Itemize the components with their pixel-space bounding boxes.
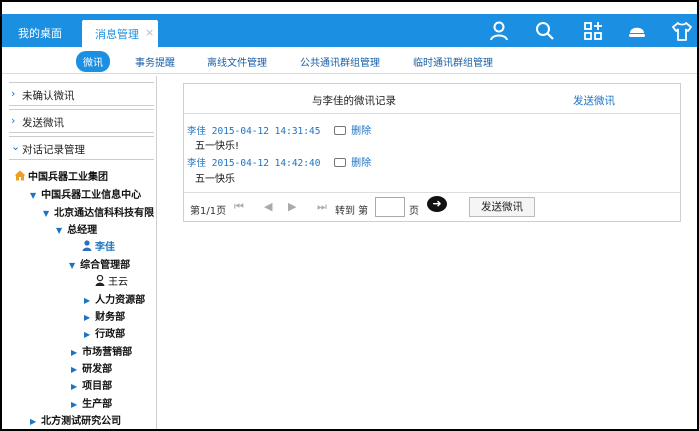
person-icon [95,275,105,286]
message-time: 2015-04-12 14:42:40 [211,158,321,169]
send-weixun-button[interactable]: 发送微讯 [469,197,535,217]
message-time: 2015-04-12 14:31:45 [211,126,321,137]
subnav-offline-files[interactable]: 离线文件管理 [207,54,267,69]
apps-grid-icon[interactable] [582,20,604,42]
subnav-temp-groups[interactable]: 临时通讯群组管理 [413,54,493,69]
chevron-right-icon: › [11,114,16,127]
tree-node[interactable]: ▼ 总经理 [56,221,97,236]
sidebar-item-send[interactable]: › 发送微讯 [9,109,154,133]
last-page-icon[interactable]: ⏭ [317,200,327,214]
top-bar: 我的桌面 消息管理 × [2,14,697,47]
mail-icon [334,126,347,135]
tree-node[interactable]: ▶ 研发部 [71,360,112,375]
message-meta: 李佳 2015-04-12 14:42:40 删除 [187,154,371,169]
panel-header: 与李佳的微讯记录 发送微讯 [184,84,680,114]
message-sender[interactable]: 李佳 [187,158,206,169]
prev-page-icon[interactable]: ◀ [264,200,272,213]
delete-link[interactable]: 删除 [351,126,371,137]
message-text: 五一快乐! [195,141,240,152]
page-number-input[interactable] [375,197,405,217]
tree-node[interactable]: ▶ 人力资源部 [84,291,145,306]
pager: 第1/1页 ⏮ ◀ ▶ ⏭ 转到 第 页 ➜ 发送微讯 [184,192,680,222]
conversation-panel: 与李佳的微讯记录 发送微讯 李佳 2015-04-12 14:31:45 删除 … [183,83,681,222]
chevron-right-icon: › [11,87,16,100]
tree-node-user[interactable]: 王云 [95,273,128,288]
tab-desktop[interactable]: 我的桌面 [18,25,62,41]
tree-node[interactable]: ▶ 项目部 [71,377,112,392]
tree-node[interactable]: 中国兵器工业集团 [14,168,108,183]
subnav-weixun[interactable]: 微讯 [76,51,110,72]
tab-message-management-label: 消息管理 [95,28,139,41]
shirt-icon[interactable] [671,20,693,42]
page-unit-label: 页 [409,206,419,217]
message-sender[interactable]: 李佳 [187,126,206,137]
tree-node[interactable]: ▼ 中国兵器工业信息中心 [30,186,141,201]
close-icon[interactable]: × [145,26,154,39]
panel-title: 与李佳的微讯记录 [312,95,396,107]
home-icon [14,170,26,181]
person-icon [82,240,92,251]
goto-label: 转到 第 [335,206,369,217]
chevron-down-icon: ⌄ [11,140,21,153]
subnav-public-groups[interactable]: 公共通讯群组管理 [300,54,380,69]
tree-node[interactable]: ▶ 行政部 [84,325,125,340]
message-meta: 李佳 2015-04-12 14:31:45 删除 [187,122,371,137]
tree-node-user[interactable]: 李佳 [82,238,115,253]
tree-node[interactable]: ▶ 北方测试研究公司 [30,412,121,427]
mail-icon [334,158,347,167]
page-info: 第1/1页 [190,206,227,217]
sidebar-item-unconfirmed[interactable]: › 未确认微讯 [9,82,154,106]
sub-navigation: 微讯 事务提醒 离线文件管理 公共通讯群组管理 临时通讯群组管理 [2,47,697,74]
next-page-icon[interactable]: ▶ [288,200,296,213]
sidebar-item-label: 对话记录管理 [22,144,85,156]
sidebar-item-history[interactable]: ⌄ 对话记录管理 [9,136,154,160]
tree-node[interactable]: ▼ 北京通达信科科技有限 [43,204,154,219]
sidebar: › 未确认微讯 › 发送微讯 ⌄ 对话记录管理 中国兵器工业集团 ▼ 中国兵器工业… [2,76,157,429]
subnav-affairs-reminder[interactable]: 事务提醒 [135,54,175,69]
go-arrow-icon[interactable]: ➜ [427,196,447,212]
chat-icon[interactable] [626,20,648,42]
message-text: 五一快乐 [195,174,235,185]
tree-node[interactable]: ▼ 综合管理部 [69,256,130,271]
user-icon[interactable] [488,20,510,42]
sidebar-item-label: 未确认微讯 [22,90,75,102]
delete-link[interactable]: 删除 [351,158,371,169]
tree-node[interactable]: ▶ 财务部 [84,308,125,323]
search-icon[interactable] [534,20,556,42]
tree-node[interactable]: ▶ 生产部 [71,395,112,410]
sidebar-item-label: 发送微讯 [22,117,64,129]
first-page-icon[interactable]: ⏮ [234,200,244,214]
send-weixun-link[interactable]: 发送微讯 [573,93,615,108]
tab-message-management[interactable]: 消息管理 × [82,20,158,47]
tree-node[interactable]: ▶ 市场营销部 [71,343,132,358]
